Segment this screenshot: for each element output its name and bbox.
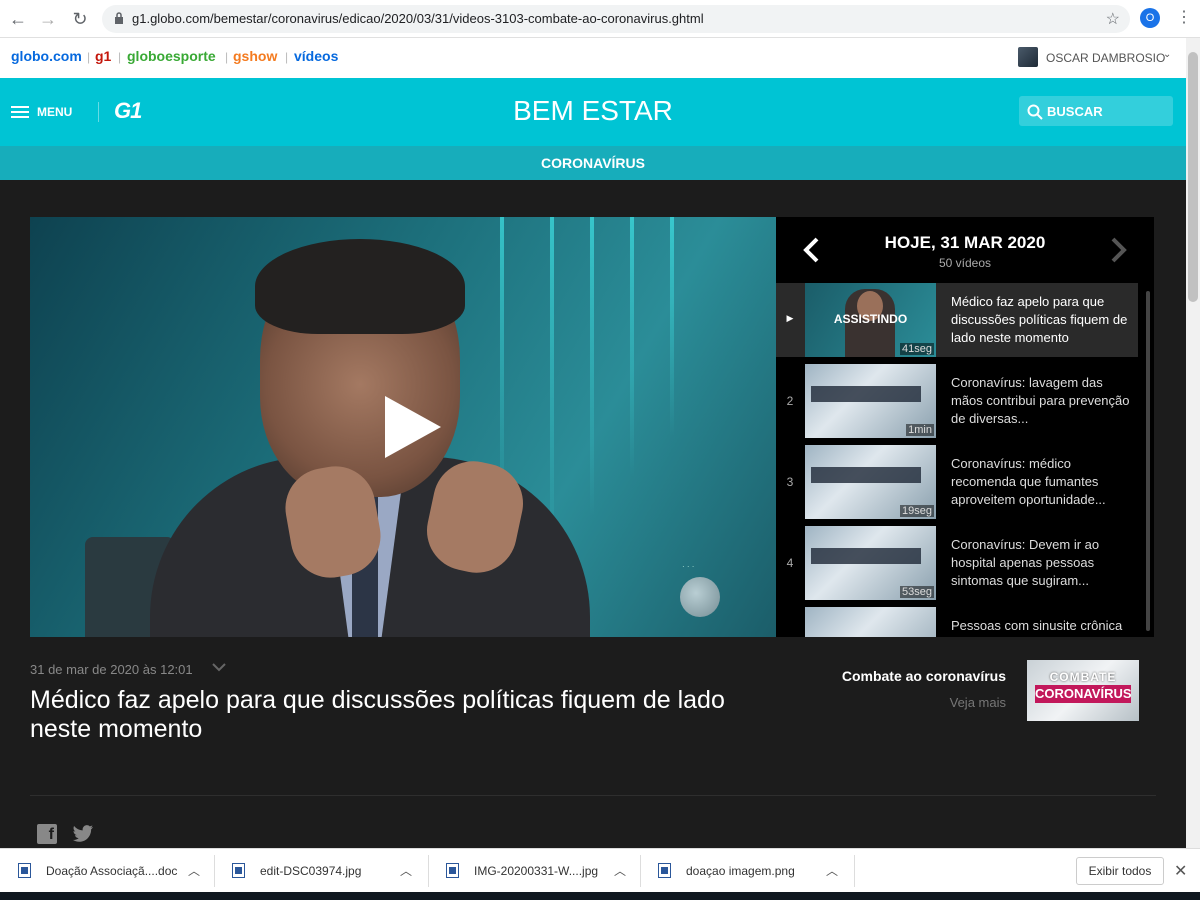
download-item[interactable]: Doação Associaçã....doc ︿ [0,849,214,893]
related-thumbnail[interactable]: COMBATE CORONAVÍRUS [1027,660,1139,721]
related-label[interactable]: Combate ao coronavírus [820,668,1006,684]
chevron-up-icon[interactable]: ︿ [188,862,200,879]
globo-com-link[interactable]: globo.com [11,48,82,64]
now-playing-icon: ▶ [786,313,794,323]
forward-icon[interactable]: → [38,9,58,29]
video-title: Médico faz apelo para que discussões pol… [30,686,725,743]
search-button[interactable]: BUSCAR [1019,96,1173,126]
page-scrollbar-thumb[interactable] [1188,52,1198,302]
playlist-item[interactable]: Pessoas com sinusite crônica [776,607,1138,637]
download-filename: IMG-20200331-W....jpg [474,864,599,878]
thumbnail-text-top: COMBATE [1049,670,1117,684]
divider [30,795,1156,796]
search-label: BUSCAR [1047,104,1103,119]
video-date: 31 de mar de 2020 às 12:01 [30,662,193,677]
playlist-item-title: Médico faz apelo para que discussões pol… [951,294,1128,345]
divider: | [87,50,91,64]
browser-menu-icon[interactable]: ⋮ [1176,8,1192,28]
duration: 53seg [900,586,934,598]
video-thumbnail: 19seg [805,445,936,519]
chevron-down-icon[interactable]: ⌄ [1163,49,1171,60]
video-player[interactable]: · · · [30,217,776,637]
lock-icon [115,12,123,24]
playlist-item[interactable]: ▶ ASSISTINDO 41seg Médico faz apelo para… [776,283,1138,357]
user-name[interactable]: OSCAR DAMBROSIO [1046,51,1165,65]
site-header: MENU G1 BEM ESTAR BUSCAR [0,78,1186,146]
chevron-up-icon[interactable]: ︿ [826,862,838,879]
item-number: 3 [786,475,794,489]
playlist-item-title: Coronavírus: Devem ir ao hospital apenas… [951,537,1100,588]
download-item[interactable]: edit-DSC03974.jpg ︿ [214,849,428,893]
twitter-icon[interactable] [72,824,94,844]
playlist-item[interactable]: 3 19seg Coronavírus: médico recomenda qu… [776,445,1138,519]
url-text: g1.globo.com/bemestar/coronavirus/edicao… [132,11,704,26]
video-thumbnail: 53seg [805,526,936,600]
os-taskbar [0,892,1200,900]
playlist-scrollbar[interactable] [1146,291,1150,631]
image-file-icon [232,863,245,878]
divider: | [118,50,122,64]
video-thumbnail: 1min [805,364,936,438]
image-file-icon [658,863,671,878]
download-item[interactable]: IMG-20200331-W....jpg ︿ [428,849,640,893]
video-playlist: HOJE, 31 MAR 2020 50 vídeos ▶ ASSISTINDO… [776,217,1154,637]
thumbnail-text-bottom: CORONAVÍRUS [1035,685,1132,703]
section-title[interactable]: CORONAVÍRUS [0,146,1186,180]
facebook-icon[interactable]: f [37,824,57,844]
videos-link[interactable]: vídeos [294,48,338,64]
reload-icon[interactable]: ↻ [70,9,90,29]
duration: 19seg [900,505,934,517]
download-filename: doaçao imagem.png [686,864,795,878]
video-thumbnail [805,607,936,637]
gshow-link[interactable]: gshow [233,48,277,64]
bookmark-star-icon[interactable]: ☆ [1106,9,1120,29]
chevron-up-icon[interactable]: ︿ [614,862,626,879]
presenter-hair [255,239,465,334]
globo-network-bar: globo.com | g1 | globoesporte | gshow | … [0,38,1200,78]
item-number: 2 [786,394,794,408]
watching-label: ASSISTINDO [833,312,908,326]
close-icon[interactable]: ✕ [1174,861,1187,881]
profile-avatar[interactable]: O [1140,8,1160,28]
user-avatar[interactable] [1018,47,1038,67]
address-bar[interactable]: g1.globo.com/bemestar/coronavirus/edicao… [102,5,1130,33]
divider: | [225,50,229,64]
chevron-down-icon[interactable] [212,662,226,672]
item-number: 4 [786,556,794,570]
download-filename: edit-DSC03974.jpg [260,864,362,878]
playlist-item[interactable]: 2 1min Coronavírus: lavagem das mãos con… [776,364,1138,438]
playlist-item[interactable]: 4 53seg Coronavírus: Devem ir ao hospita… [776,526,1138,600]
duration: 41seg [900,343,934,355]
chevron-right-icon[interactable] [1110,237,1128,263]
page-title: BEM ESTAR [513,95,673,126]
back-icon[interactable]: ← [8,9,28,29]
search-icon [1027,104,1043,120]
playlist-count: 50 vídeos [938,256,992,270]
image-file-icon [446,863,459,878]
playlist-date: HOJE, 31 MAR 2020 [884,233,1046,252]
g1-link[interactable]: g1 [95,48,111,64]
playlist-item-title: Pessoas com sinusite crônica [951,618,1123,633]
globoesporte-link[interactable]: globoesporte [127,48,216,64]
duration: 1min [906,424,934,436]
playlist-item-title: Coronavírus: lavagem das mãos contribui … [951,375,1130,426]
show-all-downloads-button[interactable]: Exibir todos [1076,857,1164,885]
download-bar: Doação Associaçã....doc ︿ edit-DSC03974.… [0,848,1200,892]
download-item[interactable]: doaçao imagem.png ︿ [640,849,854,893]
live-watermark: · · · [682,562,695,571]
doc-file-icon [18,863,31,878]
globo-watermark [680,577,720,617]
chevron-up-icon[interactable]: ︿ [400,862,412,879]
playlist-item-title: Coronavírus: médico recomenda que fumant… [951,456,1106,507]
play-icon[interactable] [381,394,443,460]
divider: | [285,50,289,64]
see-more-link[interactable]: Veja mais [820,695,1006,710]
browser-toolbar: ← → ↻ g1.globo.com/bemestar/coronavirus/… [0,0,1200,38]
download-filename: Doação Associaçã....doc [46,864,178,878]
video-thumbnail: ASSISTINDO 41seg [805,283,936,357]
